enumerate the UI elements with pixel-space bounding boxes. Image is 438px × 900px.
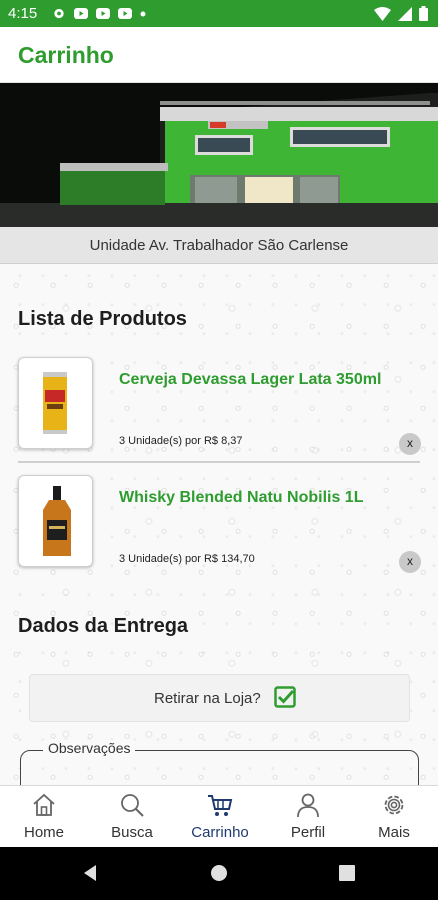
- nav-label-perfil: Perfil: [290, 824, 326, 841]
- nav-label-home: Home: [23, 824, 64, 841]
- nav-item-busca[interactable]: Busca: [88, 786, 176, 848]
- youtube-icon: [118, 8, 132, 19]
- divider: [18, 461, 420, 463]
- dot-icon: [140, 11, 146, 16]
- product-name[interactable]: Whisky Blended Natu Nobilis 1L: [119, 489, 363, 507]
- home-circle-icon[interactable]: [208, 862, 230, 884]
- cart-icon: [208, 795, 233, 816]
- status-bar: 4:15: [0, 0, 438, 27]
- nav-label-carrinho: Carrinho: [191, 824, 249, 841]
- cart-content[interactable]: Lista de Produtos Cerveja Devassa Lager …: [0, 264, 438, 785]
- back-icon[interactable]: [80, 862, 102, 884]
- system-icons: [374, 6, 428, 21]
- checkbox-checked-icon[interactable]: [274, 686, 296, 708]
- search-icon: [121, 794, 144, 817]
- user-icon: [297, 793, 319, 818]
- youtube-icon: [74, 8, 88, 19]
- battery-icon: [419, 6, 428, 21]
- nav-label-busca: Busca: [111, 824, 153, 841]
- nav-label-mais: Mais: [378, 824, 410, 841]
- system-navigation-bar: [0, 847, 438, 900]
- page-title: Carrinho: [18, 42, 114, 68]
- notes-label: Observações: [43, 740, 136, 756]
- youtube-icon: [96, 8, 110, 19]
- store-name-bar: Unidade Av. Trabalhador São Carlense: [0, 227, 438, 264]
- store-banner-image: [0, 83, 438, 227]
- status-time: 4:15: [8, 5, 38, 22]
- remove-item-button[interactable]: x: [399, 551, 421, 573]
- notes-field[interactable]: Observações: [20, 740, 419, 785]
- cart-item: Whisky Blended Natu Nobilis 1L 3 Unidade…: [0, 475, 438, 587]
- store-facade-illustration: [0, 83, 438, 227]
- beer-can-icon: [43, 372, 67, 434]
- store-name: Unidade Av. Trabalhador São Carlense: [89, 237, 349, 254]
- product-quantity: 3 Unidade(s) por R$ 8,37: [119, 435, 243, 447]
- product-quantity: 3 Unidade(s) por R$ 134,70: [119, 553, 255, 565]
- product-image[interactable]: [18, 475, 93, 567]
- pickup-label: Retirar na Loja?: [154, 690, 261, 707]
- nav-item-mais[interactable]: Mais: [350, 786, 438, 848]
- gear-icon: [384, 795, 404, 815]
- app-bar: Carrinho: [0, 27, 438, 83]
- nav-item-home[interactable]: Home: [0, 786, 88, 848]
- notification-icons: [52, 7, 146, 20]
- signal-icon: [398, 6, 412, 21]
- home-icon: [33, 793, 55, 816]
- pickup-toggle[interactable]: Retirar na Loja?: [29, 674, 410, 722]
- bottom-navigation: Home Busca Carrinho Perfil Mais: [0, 785, 438, 847]
- products-section-title: Lista de Produtos: [18, 308, 187, 330]
- gear-icon: [54, 8, 64, 19]
- product-image[interactable]: [18, 357, 93, 449]
- nav-item-carrinho[interactable]: Carrinho: [176, 786, 264, 848]
- delivery-section-title: Dados da Entrega: [18, 615, 189, 637]
- recents-icon[interactable]: [336, 862, 358, 884]
- product-name[interactable]: Cerveja Devassa Lager Lata 350ml: [119, 371, 381, 389]
- nav-item-perfil[interactable]: Perfil: [264, 786, 352, 848]
- wifi-icon: [374, 6, 391, 21]
- remove-item-button[interactable]: x: [399, 433, 421, 455]
- cart-item: Cerveja Devassa Lager Lata 350ml 3 Unida…: [0, 357, 438, 469]
- whisky-bottle-icon: [43, 486, 71, 556]
